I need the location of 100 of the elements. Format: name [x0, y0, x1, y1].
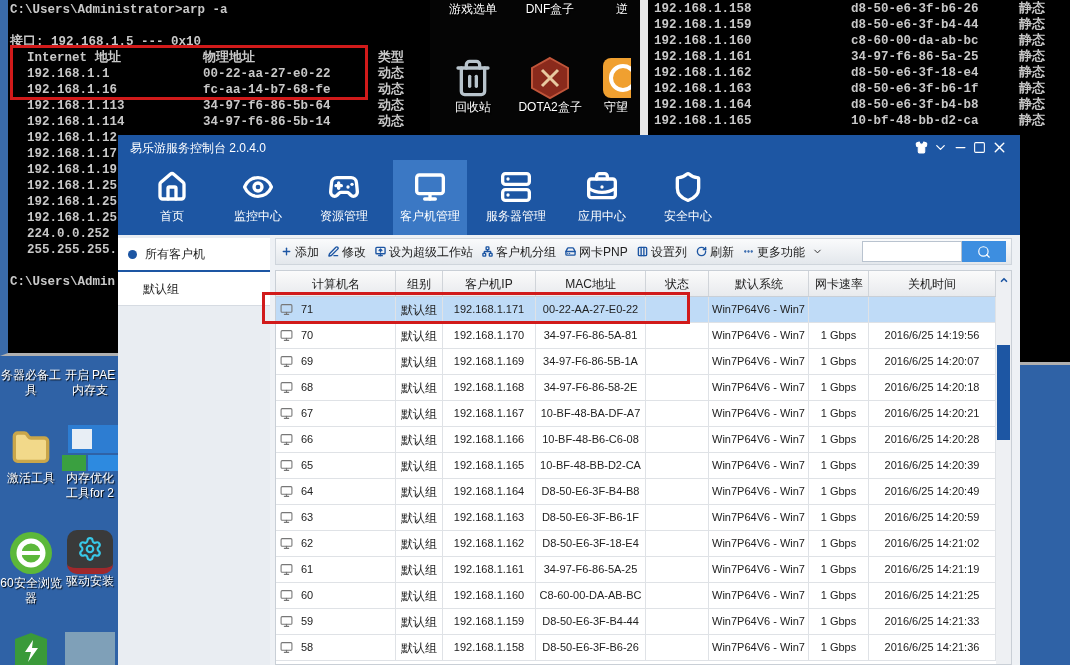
table-cell-text: Win7P64V6 - Win7	[712, 510, 805, 526]
desktop-icon-label[interactable]: 60安全浏览	[0, 576, 62, 591]
table-row[interactable]: 68 默认组 192.168.1.168 34-97-F6-86-58-2E Win7P64V6 - Win7 1 Gbps 2016/6/25 14:20:18	[276, 375, 996, 401]
table-cell-text: 默认组	[401, 509, 437, 527]
scroll-up-icon[interactable]	[998, 275, 1009, 285]
table-cell-text: 10-BF-48-BB-D2-CA	[540, 458, 641, 474]
table-cell-text: 71	[301, 302, 314, 318]
toolbar-button[interactable]: 修改	[328, 242, 366, 261]
desktop-icon-label[interactable]: 回收站	[455, 100, 491, 115]
console-text: 34-97-f6-86-5b-64	[203, 98, 331, 114]
column-header[interactable]: 默认系统	[709, 271, 809, 296]
table-row[interactable]: 62 默认组 192.168.1.162 D8-50-E6-3F-18-E4 Win7P64V6 - Win7 1 Gbps 2016/6/25 14:21:02	[276, 531, 996, 557]
group-item[interactable]: 默认组	[118, 272, 270, 306]
toolbar-button[interactable]: 更多功能	[742, 242, 823, 261]
column-header[interactable]: 组别	[396, 271, 443, 296]
column-header[interactable]: 网卡速率	[809, 271, 869, 296]
column-header[interactable]: MAC地址	[536, 271, 646, 296]
group-item[interactable]: 所有客户机	[118, 238, 270, 272]
console-text: 192.168.1.17	[27, 146, 117, 162]
toolbar-button[interactable]: 网卡PNP	[565, 242, 628, 261]
globe-logo-icon	[8, 530, 54, 576]
desktop-icon-label[interactable]: 工具for 2	[66, 486, 114, 501]
table-row[interactable]: 61 默认组 192.168.1.161 34-97-F6-86-5A-25 Win7P64V6 - Win7 1 Gbps 2016/6/25 14:21:19	[276, 557, 996, 583]
table-cell-text: 65	[301, 458, 314, 474]
table-row[interactable]: 63 默认组 192.168.1.163 D8-50-E6-3F-B6-1F Win7P64V6 - Win7 1 Gbps 2016/6/25 14:20:59	[276, 505, 996, 531]
console-text: 192.168.1.1	[27, 66, 110, 82]
search-field[interactable]	[862, 241, 962, 262]
desktop-icon-label[interactable]: 内存支	[72, 383, 108, 398]
table-cell-text: 192.168.1.166	[453, 432, 525, 448]
table-cell-text: 67	[301, 406, 314, 422]
nav-tab[interactable]: 客户机管理	[393, 160, 467, 235]
table-row[interactable]: 65 默认组 192.168.1.165 10-BF-48-BB-D2-CA Win7P64V6 - Win7 1 Gbps 2016/6/25 14:20:39	[276, 453, 996, 479]
table-cell-text: 1 Gbps	[820, 588, 857, 604]
table-row[interactable]: 58 默认组 192.168.1.158 D8-50-E6-3F-B6-26 Win7P64V6 - Win7 1 Gbps 2016/6/25 14:21:36	[276, 635, 996, 661]
table-row[interactable]: 70 默认组 192.168.1.170 34-97-F6-86-5A-81 Win7P64V6 - Win7 1 Gbps 2016/6/25 14:19:56	[276, 323, 996, 349]
table-row[interactable]: 69 默认组 192.168.1.169 34-97-F6-86-5B-1A Win7P64V6 - Win7 1 Gbps 2016/6/25 14:20:07	[276, 349, 996, 375]
desktop-icon-label[interactable]: 逆	[616, 2, 628, 17]
table-cell-text: 1 Gbps	[820, 328, 857, 344]
toolbar-button[interactable]: 设置列	[636, 242, 687, 261]
table-cell-text: 58	[301, 640, 314, 656]
scrollbar[interactable]	[996, 271, 1011, 664]
column-header[interactable]: 状态	[646, 271, 709, 296]
table-cell-text: 1 Gbps	[820, 432, 857, 448]
table-row[interactable]: 60 默认组 192.168.1.160 C8-60-00-DA-AB-BC Win7P64V6 - Win7 1 Gbps 2016/6/25 14:21:25	[276, 583, 996, 609]
desktop-icon-label[interactable]: DOTA2盒子	[518, 100, 582, 115]
desktop-icon-label[interactable]: 内存优化	[66, 471, 114, 486]
nav-tab[interactable]: 应用中心	[565, 160, 639, 235]
table-row[interactable]: 66 默认组 192.168.1.166 10-BF-48-B6-C6-08 Win7P64V6 - Win7 1 Gbps 2016/6/25 14:20:28	[276, 427, 996, 453]
table-cell-text: Win7P64V6 - Win7	[712, 614, 805, 630]
table-cell-text: Win7P64V6 - Win7	[712, 484, 805, 500]
desktop-icon-label[interactable]: 激活工具	[7, 471, 55, 486]
desktop-icon-label[interactable]: 游戏选单	[449, 2, 497, 17]
maximize-icon[interactable]	[973, 141, 986, 154]
console-text: 10-bf-48-bb-d2-ca	[851, 113, 980, 129]
nav-tab[interactable]: 安全中心	[651, 160, 725, 235]
console-text: 224.0.0.252	[27, 226, 110, 242]
table-row[interactable]: 64 默认组 192.168.1.164 D8-50-E6-3F-B4-B8 Win7P64V6 - Win7 1 Gbps 2016/6/25 14:20:49	[276, 479, 996, 505]
nav-tab[interactable]: 监控中心	[221, 160, 295, 235]
skin-icon[interactable]	[915, 141, 928, 154]
toolbar-button[interactable]: 添加	[281, 242, 319, 261]
table-row[interactable]: 71 默认组 192.168.1.171 00-22-AA-27-E0-22 Win7P64V6 - Win7	[276, 297, 996, 323]
nav-tab[interactable]: 资源管理	[307, 160, 381, 235]
table-cell-text: Win7P64V6 - Win7	[712, 458, 805, 474]
table-cell-text: 10-BF-48-BA-DF-A7	[540, 406, 641, 422]
desktop-icon-label[interactable]: 务器必备工	[1, 368, 61, 383]
console-text: 192.168.1.161	[653, 49, 753, 65]
table-cell-text: Win7P64V6 - Win7	[712, 640, 805, 656]
scroll-thumb[interactable]	[997, 345, 1010, 440]
table-row[interactable]: 67 默认组 192.168.1.167 10-BF-48-BA-DF-A7 Win7P64V6 - Win7 1 Gbps 2016/6/25 14:20:21	[276, 401, 996, 427]
computer-icon	[280, 511, 293, 524]
desktop-icon-label[interactable]: DNF盒子	[525, 2, 575, 17]
table-row[interactable]: 59 默认组 192.168.1.159 D8-50-E6-3F-B4-44 Win7P64V6 - Win7 1 Gbps 2016/6/25 14:21:33	[276, 609, 996, 635]
desktop-icon-label[interactable]: 驱动安装	[66, 574, 114, 589]
nav-tab[interactable]: 服务器管理	[479, 160, 553, 235]
desktop-icon-label[interactable]: 具	[25, 383, 37, 398]
computer-icon	[280, 459, 293, 472]
table-cell-text: 63	[301, 510, 314, 526]
table-cell-text: 默认组	[401, 457, 437, 475]
toolbar-button[interactable]: 设为超级工作站	[375, 242, 473, 261]
console-text: 192.168.1.12	[27, 130, 117, 146]
desktop-icon-label[interactable]: 开启 PAE	[64, 368, 116, 383]
desktop-icon-label[interactable]: 守望	[604, 100, 628, 115]
column-header[interactable]: 计算机名	[276, 271, 396, 296]
console-text: fc-aa-14-b7-68-fe	[203, 82, 331, 98]
table-cell-text: 默认组	[401, 561, 437, 579]
computer-icon	[280, 303, 293, 316]
nav-tab[interactable]: 首页	[135, 160, 209, 235]
table-cell-text: 1 Gbps	[820, 536, 857, 552]
toolbar-button[interactable]: 刷新	[695, 242, 734, 261]
table-cell-text: Win7P64V6 - Win7	[712, 536, 805, 552]
toolbar-button[interactable]: 客户机分组	[482, 242, 556, 261]
table-cell-text: 2016/6/25 14:21:02	[884, 536, 980, 552]
table-cell-text: Win7P64V6 - Win7	[712, 588, 805, 604]
console-text: 255.255.255.	[27, 242, 117, 258]
console-text: 192.168.1.25	[27, 194, 117, 210]
table-cell-text: Win7P64V6 - Win7	[712, 562, 805, 578]
desktop-icon-label[interactable]: 器	[25, 591, 37, 606]
column-header[interactable]: 客户机IP	[443, 271, 536, 296]
table-cell-text: D8-50-E6-3F-B6-1F	[541, 510, 640, 526]
console-text: 192.168.1.164	[653, 97, 753, 113]
